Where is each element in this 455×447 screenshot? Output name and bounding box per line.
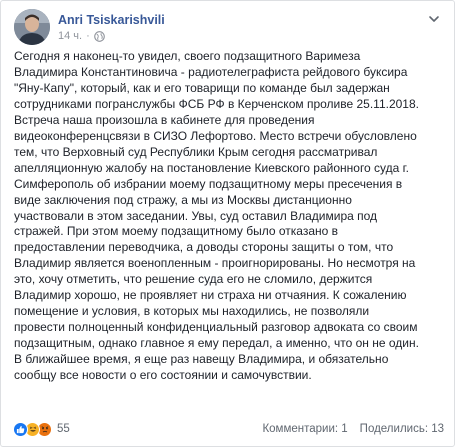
post-body: Сегодня я наконец-то увидел, своего подз… xyxy=(14,49,446,384)
post-text: Сегодня я наконец-то увидел, своего подз… xyxy=(14,49,419,383)
avatar[interactable] xyxy=(14,9,50,45)
reactions-summary[interactable]: 55 xyxy=(13,421,70,437)
post-card: Anri Tsiskarishvili 14 ч. · Сегодня я на… xyxy=(0,0,455,447)
globe-icon[interactable] xyxy=(93,30,105,42)
chevron-down-icon[interactable] xyxy=(426,11,442,27)
post-timestamp[interactable]: 14 ч. xyxy=(58,30,82,42)
like-icon xyxy=(13,421,28,437)
meta-separator: · xyxy=(86,30,90,42)
post-meta: 14 ч. · xyxy=(58,30,105,42)
post-stats: Комментарии: 1 Поделились: 13 xyxy=(262,423,444,435)
shares-count[interactable]: Поделились: 13 xyxy=(360,423,444,435)
post-footer: 55 Комментарии: 1 Поделились: 13 xyxy=(13,418,444,440)
post-header: Anri Tsiskarishvili 14 ч. · xyxy=(14,7,444,45)
reactions-count[interactable]: 55 xyxy=(57,423,70,435)
avatar-image xyxy=(14,9,50,45)
author-name[interactable]: Anri Tsiskarishvili xyxy=(58,13,165,27)
comments-count[interactable]: Комментарии: 1 xyxy=(262,423,347,435)
